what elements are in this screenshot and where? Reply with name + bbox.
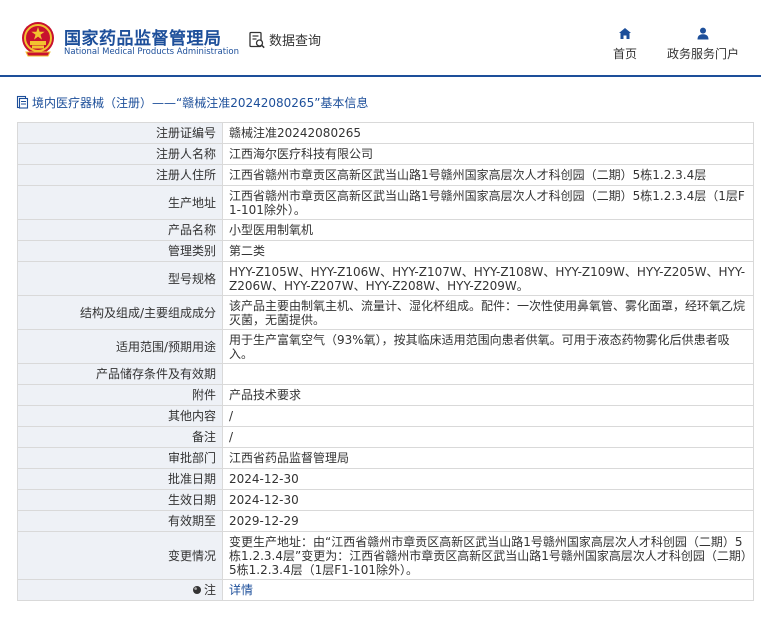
field-label: 适用范围/预期用途 bbox=[17, 329, 223, 364]
field-value: 江西省赣州市章贡区高新区武当山路1号赣州国家高层次人才科创园（二期）5栋1.2.… bbox=[222, 164, 754, 186]
field-value: 江西省药品监督管理局 bbox=[222, 447, 754, 469]
field-label: 管理类别 bbox=[17, 240, 223, 262]
field-label: 其他内容 bbox=[17, 405, 223, 427]
field-value: 2024-12-30 bbox=[222, 489, 754, 511]
table-row: 产品储存条件及有效期 bbox=[17, 363, 754, 385]
field-label: 注册人住所 bbox=[17, 164, 223, 186]
note-key: 注 bbox=[192, 583, 216, 597]
user-icon bbox=[697, 27, 709, 40]
field-label: 批准日期 bbox=[17, 468, 223, 490]
field-value: / bbox=[222, 405, 754, 427]
field-label: 生产地址 bbox=[17, 185, 223, 220]
field-value: 该产品主要由制氧主机、流量计、湿化杯组成。配件：一次性使用鼻氧管、雾化面罩，经环… bbox=[222, 295, 754, 330]
breadcrumb: 境内医疗器械（注册）——“赣械注准20242080265”基本信息 bbox=[13, 90, 753, 114]
field-label: 有效期至 bbox=[17, 510, 223, 532]
field-label: 生效日期 bbox=[17, 489, 223, 511]
field-value: / bbox=[222, 426, 754, 448]
field-label: 变更情况 bbox=[17, 531, 223, 580]
field-value: 江西海尔医疗科技有限公司 bbox=[222, 143, 754, 165]
field-label: 产品名称 bbox=[17, 219, 223, 241]
nav-service-portal-link[interactable]: 政务服务门户 bbox=[663, 27, 743, 62]
field-value: 赣械注准20242080265 bbox=[222, 122, 754, 144]
national-emblem-logo bbox=[20, 20, 56, 58]
table-row: 备注 / bbox=[17, 426, 754, 448]
document-icon bbox=[16, 95, 29, 109]
field-value bbox=[222, 363, 754, 385]
note-label-cell: 注 bbox=[17, 579, 223, 601]
field-label: 注册人名称 bbox=[17, 143, 223, 165]
table-row: 注册人住所 江西省赣州市章贡区高新区武当山路1号赣州国家高层次人才科创园（二期）… bbox=[17, 164, 754, 186]
table-row: 结构及组成/主要组成成分 该产品主要由制氧主机、流量计、湿化杯组成。配件：一次性… bbox=[17, 295, 754, 330]
field-label: 附件 bbox=[17, 384, 223, 406]
table-row: 注册证编号 赣械注准20242080265 bbox=[17, 122, 754, 144]
data-query-label: 数据查询 bbox=[269, 34, 322, 49]
agency-name-cn: 国家药品监督管理局 bbox=[64, 29, 222, 49]
nav-service-portal-label: 政务服务门户 bbox=[666, 47, 739, 61]
data-query-icon bbox=[249, 31, 265, 48]
header-divider bbox=[0, 75, 761, 77]
table-row: 有效期至 2029-12-29 bbox=[17, 510, 754, 532]
field-value: 第二类 bbox=[222, 240, 754, 262]
nav-home-label: 首页 bbox=[612, 47, 637, 61]
field-label: 产品储存条件及有效期 bbox=[17, 363, 223, 385]
table-row: 注 详情 bbox=[17, 579, 754, 601]
field-value: 变更生产地址：由“江西省赣州市章贡区高新区武当山路1号赣州国家高层次人才科创园（… bbox=[222, 531, 754, 580]
table-row: 管理类别 第二类 bbox=[17, 240, 754, 262]
record-detail-table: 注册证编号 赣械注准20242080265 注册人名称 江西海尔医疗科技有限公司… bbox=[17, 122, 754, 601]
field-value: 产品技术要求 bbox=[222, 384, 754, 406]
data-query-link[interactable]: 数据查询 bbox=[248, 30, 321, 49]
details-link[interactable]: 详情 bbox=[229, 583, 253, 597]
table-row: 型号规格 HYY-Z105W、HYY-Z106W、HYY-Z107W、HYY-Z… bbox=[17, 261, 754, 296]
field-value: 小型医用制氧机 bbox=[222, 219, 754, 241]
field-value: 用于生产富氧空气（93%氧），按其临床适用范围向患者供氧。可用于液态药物雾化后供… bbox=[222, 329, 754, 364]
table-row: 注册人名称 江西海尔医疗科技有限公司 bbox=[17, 143, 754, 165]
note-value-cell: 详情 bbox=[222, 579, 754, 601]
breadcrumb-title: 境内医疗器械（注册）——“赣械注准20242080265”基本信息 bbox=[32, 95, 369, 110]
table-row: 生效日期 2024-12-30 bbox=[17, 489, 754, 511]
table-row: 适用范围/预期用途 用于生产富氧空气（93%氧），按其临床适用范围向患者供氧。可… bbox=[17, 329, 754, 364]
field-value: 江西省赣州市章贡区高新区武当山路1号赣州国家高层次人才科创园（二期）5栋1.2.… bbox=[222, 185, 754, 220]
field-label: 备注 bbox=[17, 426, 223, 448]
table-row: 生产地址 江西省赣州市章贡区高新区武当山路1号赣州国家高层次人才科创园（二期）5… bbox=[17, 185, 754, 220]
field-value: 2024-12-30 bbox=[222, 468, 754, 490]
table-row: 附件 产品技术要求 bbox=[17, 384, 754, 406]
table-row: 变更情况 变更生产地址：由“江西省赣州市章贡区高新区武当山路1号赣州国家高层次人… bbox=[17, 531, 754, 580]
field-label: 结构及组成/主要组成成分 bbox=[17, 295, 223, 330]
nav-home-link[interactable]: 首页 bbox=[607, 27, 643, 62]
site-header: 国家药品监督管理局 National Medical Products Admi… bbox=[0, 0, 761, 75]
home-icon bbox=[619, 28, 631, 39]
table-row: 审批部门 江西省药品监督管理局 bbox=[17, 447, 754, 469]
table-row: 产品名称 小型医用制氧机 bbox=[17, 219, 754, 241]
agency-name-en: National Medical Products Administration bbox=[64, 47, 239, 57]
field-label: 注册证编号 bbox=[17, 122, 223, 144]
field-value: 2029-12-29 bbox=[222, 510, 754, 532]
pin-icon bbox=[192, 585, 201, 594]
field-label: 审批部门 bbox=[17, 447, 223, 469]
table-row: 其他内容 / bbox=[17, 405, 754, 427]
table-row: 批准日期 2024-12-30 bbox=[17, 468, 754, 490]
field-label: 型号规格 bbox=[17, 261, 223, 296]
note-label: 注 bbox=[203, 582, 216, 597]
field-value: HYY-Z105W、HYY-Z106W、HYY-Z107W、HYY-Z108W、… bbox=[222, 261, 754, 296]
